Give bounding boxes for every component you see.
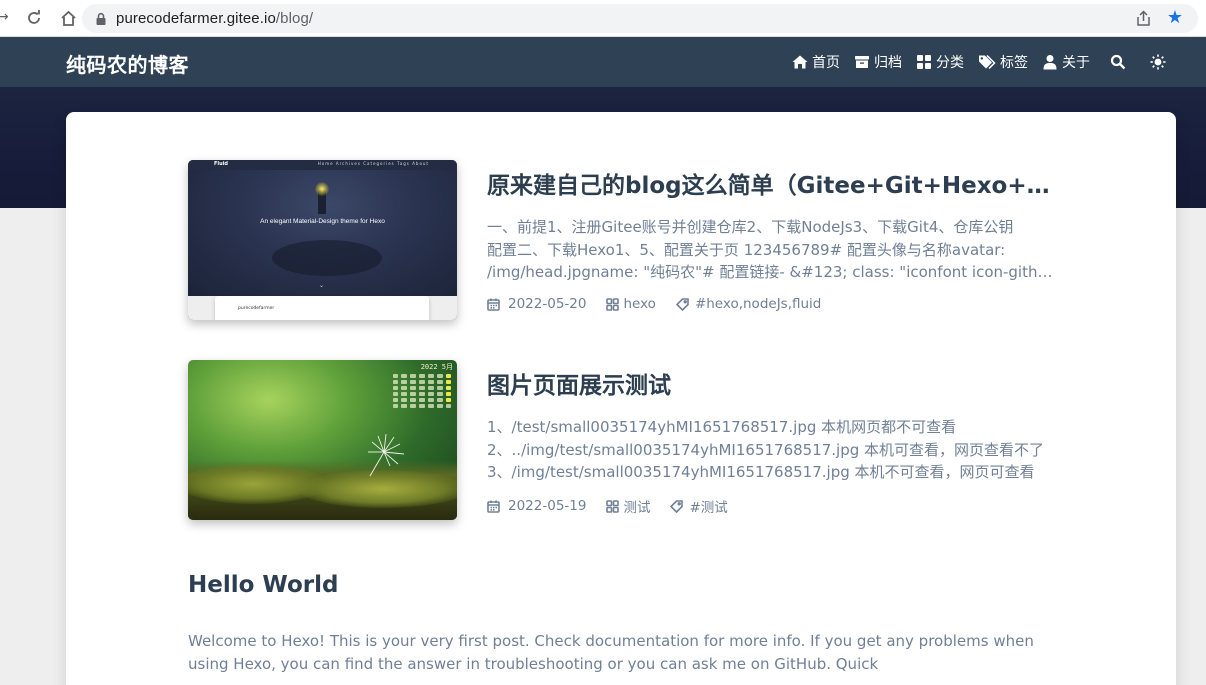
post-title[interactable]: Hello World <box>188 568 1068 602</box>
post-body: 图片页面展示测试 1、/test/small0035174yhMI1651768… <box>487 360 1057 516</box>
search-icon <box>1110 54 1126 70</box>
post-tags[interactable]: #测试 <box>670 496 728 516</box>
thumb-calendar-grid <box>391 374 453 408</box>
post-category-text: 测试 <box>623 500 651 516</box>
post-excerpt[interactable]: 一、前提1、注册Gitee账号并创建仓库2、下载NodeJs3、下载Git4、仓… <box>487 216 1057 284</box>
archive-icon <box>855 56 869 68</box>
url-text[interactable]: purecodefarmer.gitee.io/blog/ <box>116 10 313 27</box>
tag-icon <box>675 297 689 311</box>
post-excerpt[interactable]: 1、/test/small0035174yhMI1651768517.jpg 本… <box>487 416 1057 484</box>
thumb-calendar-header: 2022 5月 <box>420 363 453 371</box>
post-meta: 2022-05-19 测试 #测试 <box>487 496 1057 516</box>
url-path: /blog/ <box>275 10 314 27</box>
home-icon <box>792 55 808 69</box>
post-category-text: hexo <box>623 296 656 312</box>
thumb-light-glow <box>315 182 329 196</box>
nav-item-label: 标签 <box>1000 55 1028 71</box>
share-icon[interactable] <box>1135 10 1152 27</box>
post-item-hello-world: Hello World Welcome to Hexo! This is you… <box>188 568 1068 675</box>
thumb-slogan: An elegant Material-Design theme for Hex… <box>260 218 385 225</box>
nav-item-label: 关于 <box>1062 55 1090 71</box>
post-item: Fluid Home Archives Categories Tags Abou… <box>188 160 1068 320</box>
address-bar[interactable]: purecodefarmer.gitee.io/blog/ ★ <box>82 4 1198 33</box>
theme-toggle-button[interactable] <box>1150 54 1166 70</box>
category-icon <box>606 297 620 311</box>
post-date: 2022-05-20 <box>487 296 586 312</box>
site-brand[interactable]: 纯码农的博客 <box>66 49 189 78</box>
reload-icon <box>28 10 40 24</box>
browser-toolbar: → purecodefarmer.gitee.io/blog/ ★ <box>0 0 1206 37</box>
category-icon <box>917 55 931 69</box>
thumb-calendar-widget: 2022 5月 <box>391 362 453 440</box>
user-icon <box>1043 55 1057 70</box>
thumb-logo: Fluid <box>214 161 228 167</box>
nav-item-tags[interactable]: 标签 <box>978 52 1028 72</box>
url-domain: purecodefarmer.gitee.io <box>116 10 276 27</box>
home-button[interactable] <box>57 7 79 29</box>
post-title[interactable]: 原来建自己的blog这么简单（Gitee+Git+Hexo+Fluid） <box>487 170 1057 202</box>
excerpt-line: 2、../img/test/small0035174yhMI1651768517… <box>487 440 1045 459</box>
nav-item-archive[interactable]: 归档 <box>854 52 902 72</box>
excerpt-line: 1、/test/small0035174yhMI1651768517.jpg 本… <box>487 418 957 436</box>
nav-item-home[interactable]: 首页 <box>792 52 840 72</box>
excerpt-line: 一、前提1、注册Gitee账号并创建仓库2、下载NodeJs3、下载Git4、仓… <box>487 218 1014 236</box>
post-excerpt[interactable]: Welcome to Hexo! This is your very first… <box>188 630 1038 675</box>
sun-icon <box>1150 54 1166 70</box>
nav-item-label: 分类 <box>936 55 964 71</box>
nav-item-label: 首页 <box>812 55 840 71</box>
home-outline-icon <box>60 10 76 26</box>
post-body: 原来建自己的blog这么简单（Gitee+Git+Hexo+Fluid） 一、前… <box>487 160 1057 312</box>
excerpt-line: /img/head.jpgname: "纯码农"# 配置链接- &#123; c… <box>487 263 1057 281</box>
nav-item-about[interactable]: 关于 <box>1042 52 1090 72</box>
post-category[interactable]: 测试 <box>606 496 650 516</box>
excerpt-line: 配置二、下载Hexo1、5、配置关于页 123456789# 配置头像与名称av… <box>487 240 1006 259</box>
post-thumbnail[interactable]: Fluid Home Archives Categories Tags Abou… <box>188 160 457 320</box>
thumb-card: purecodefarmer <box>215 296 429 320</box>
calendar-icon <box>487 298 500 311</box>
reload-button[interactable] <box>23 7 45 29</box>
nav-menu: 首页 归档 分类 标签 关于 <box>778 37 1166 87</box>
back-arrow-icon[interactable]: → <box>0 9 9 25</box>
post-tags-text: #hexo,nodeJs,fluid <box>694 296 822 312</box>
category-icon <box>606 499 620 513</box>
excerpt-line: 3、/img/test/small0035174yhMI1651768517.j… <box>487 463 1035 481</box>
tags-icon <box>979 54 996 70</box>
nav-item-label: 归档 <box>874 55 902 71</box>
thumb-footer: purecodefarmer <box>188 296 457 320</box>
post-list-board: Fluid Home Archives Categories Tags Abou… <box>66 112 1176 685</box>
post-date: 2022-05-19 <box>487 498 586 514</box>
post-tags[interactable]: #hexo,nodeJs,fluid <box>675 296 822 312</box>
post-date-text: 2022-05-19 <box>508 498 587 514</box>
post-date-text: 2022-05-20 <box>508 296 587 312</box>
lock-icon[interactable] <box>94 12 108 26</box>
thumb-hero: An elegant Material-Design theme for Hex… <box>188 170 457 296</box>
post-thumbnail[interactable]: 2022 5月 <box>188 360 457 520</box>
post-item: 2022 5月 图片页面展示测试 1、/test/small0035174yhM… <box>188 360 1068 520</box>
thumb-links: Home Archives Categories Tags About <box>317 161 429 166</box>
post-title[interactable]: 图片页面展示测试 <box>487 370 1057 402</box>
bookmark-star-icon[interactable]: ★ <box>1167 7 1183 29</box>
post-meta: 2022-05-20 hexo #hexo,nodeJs,fluid <box>487 296 1057 312</box>
thumb-card-text: purecodefarmer <box>238 306 275 311</box>
calendar-icon <box>487 500 500 513</box>
search-button[interactable] <box>1110 54 1126 70</box>
nav-item-categories[interactable]: 分类 <box>916 52 964 72</box>
post-category[interactable]: hexo <box>606 296 656 312</box>
thumb-island-shape <box>272 240 382 276</box>
thumb-chevron-down-icon: ⌄ <box>319 282 325 289</box>
site-navbar: 纯码农的博客 首页 归档 分类 标签 关于 <box>0 37 1206 87</box>
post-tags-text: #测试 <box>689 500 728 516</box>
tag-icon <box>670 499 684 513</box>
thumb-navbar: Fluid Home Archives Categories Tags Abou… <box>188 160 457 170</box>
